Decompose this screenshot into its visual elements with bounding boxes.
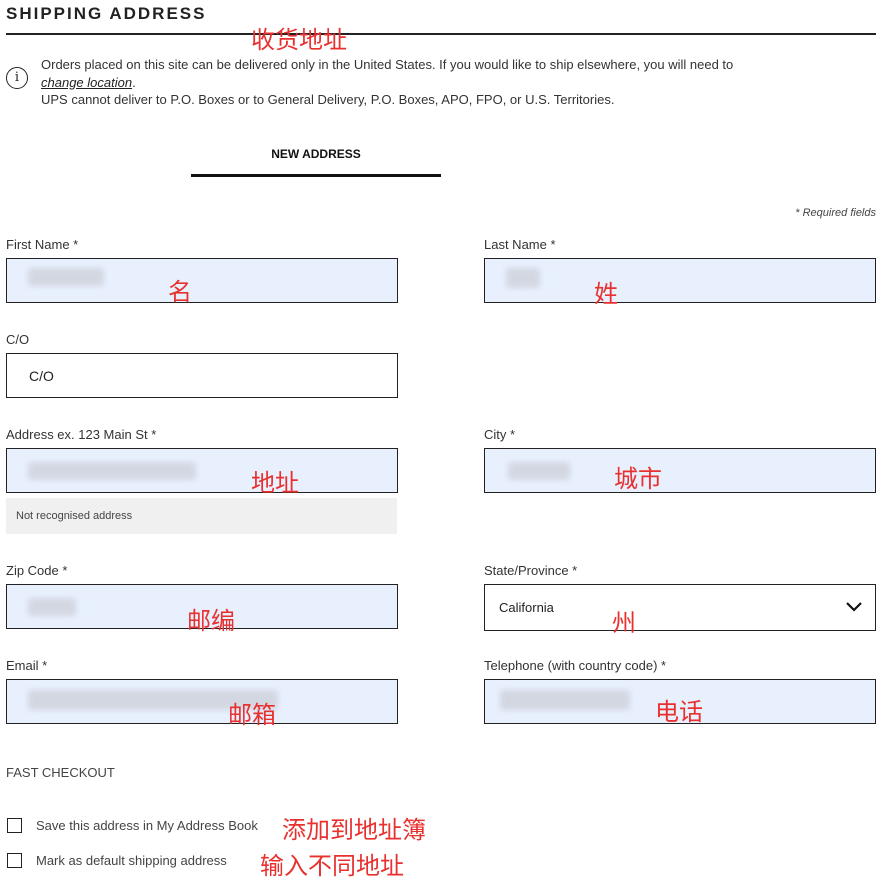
- notice-line1: Orders placed on this site can be delive…: [41, 57, 734, 72]
- first-name-label: First Name *: [6, 237, 79, 252]
- save-address-checkbox[interactable]: [7, 818, 22, 833]
- annotation-shipping: 收货地址: [251, 26, 347, 54]
- annotation-address: 地址: [251, 469, 299, 497]
- default-shipping-checkbox[interactable]: [7, 853, 22, 868]
- state-label: State/Province *: [484, 563, 578, 578]
- info-icon: i: [6, 67, 28, 89]
- save-address-label[interactable]: Save this address in My Address Book: [36, 818, 258, 833]
- co-label: C/O: [6, 332, 30, 347]
- redacted-first-name: [28, 268, 104, 286]
- tab-active-indicator: [191, 174, 441, 177]
- address-label: Address ex. 123 Main St *: [6, 427, 157, 442]
- title-divider: [6, 33, 876, 35]
- city-label: City *: [484, 427, 516, 442]
- redacted-city: [508, 462, 570, 480]
- co-input[interactable]: [7, 354, 397, 397]
- annotation-state: 州: [612, 609, 636, 637]
- zip-label: Zip Code *: [6, 563, 68, 578]
- redacted-last-name: [506, 268, 540, 288]
- annotation-different-address: 输入不同地址: [260, 852, 404, 880]
- annotation-email: 邮箱: [228, 701, 276, 729]
- co-field[interactable]: [6, 353, 398, 398]
- chevron-down-icon: [846, 602, 862, 612]
- shipping-notice: Orders placed on this site can be delive…: [41, 57, 734, 107]
- annotation-telephone: 电话: [655, 698, 703, 726]
- required-note: * Required fields: [795, 207, 876, 219]
- annotation-city: 城市: [614, 465, 662, 493]
- annotation-zip: 邮编: [187, 607, 235, 635]
- fast-checkout-title: FAST CHECKOUT: [6, 765, 115, 780]
- annotation-last-name: 姓: [594, 280, 618, 308]
- telephone-label: Telephone (with country code) *: [484, 658, 667, 673]
- state-selected-value: California: [499, 600, 554, 615]
- annotation-save-book: 添加到地址簿: [282, 816, 426, 844]
- last-name-input[interactable]: [485, 259, 875, 302]
- annotation-first-name: 名: [168, 278, 192, 306]
- address-hint: Not recognised address: [6, 498, 397, 534]
- last-name-field[interactable]: [484, 258, 876, 303]
- last-name-label: Last Name *: [484, 237, 556, 252]
- default-shipping-label[interactable]: Mark as default shipping address: [36, 853, 227, 868]
- section-title: SHIPPING ADDRESS: [6, 4, 207, 23]
- change-location-link[interactable]: change location: [41, 75, 132, 90]
- state-select[interactable]: California: [484, 584, 876, 631]
- tab-new-address[interactable]: NEW ADDRESS: [191, 147, 441, 161]
- redacted-zip: [28, 598, 76, 616]
- email-label: Email *: [6, 658, 48, 673]
- redacted-address: [28, 462, 196, 480]
- redacted-telephone: [500, 690, 630, 710]
- notice-line2: UPS cannot deliver to P.O. Boxes or to G…: [41, 92, 615, 107]
